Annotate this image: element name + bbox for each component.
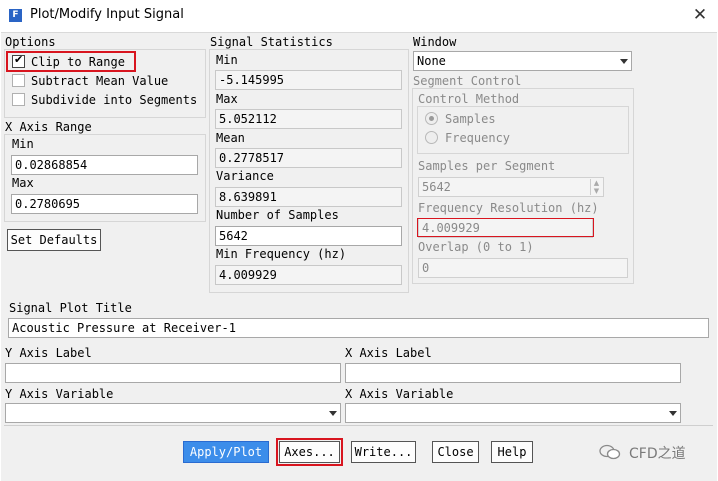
frequency-radio-label[interactable]: Frequency (445, 131, 510, 145)
y-axis-variable-select[interactable] (5, 403, 341, 423)
app-icon: F (9, 9, 22, 22)
axes-button[interactable]: Axes... (279, 441, 340, 463)
window-select-value: None (417, 54, 446, 68)
window-select[interactable]: None (413, 51, 632, 71)
stat-min-label: Min (216, 53, 238, 67)
subdivide-label[interactable]: Subdivide into Segments (31, 93, 197, 107)
x-axis-variable-select[interactable] (345, 403, 681, 423)
samples-radio-label[interactable]: Samples (445, 112, 496, 126)
stat-max-field: 5.052112 (215, 109, 402, 129)
x-max-field[interactable]: 0.2780695 (11, 194, 198, 214)
x-axis-variable-label: X Axis Variable (345, 387, 454, 401)
window-group-title: Window (413, 35, 457, 49)
segment-control-title: Segment Control (413, 74, 522, 88)
watermark-text: CFD之道 (629, 446, 686, 462)
x-axis-label-field[interactable] (345, 363, 681, 383)
stat-samples-field: 5642 (215, 226, 402, 246)
set-defaults-button[interactable]: Set Defaults (7, 229, 101, 251)
stat-min-field: -5.145995 (215, 70, 402, 90)
overlap-field[interactable]: 0 (418, 258, 628, 278)
plot-title-field[interactable]: Acoustic Pressure at Receiver-1 (8, 318, 709, 338)
spinner-arrows-icon[interactable]: ▲ ▼ (590, 179, 602, 195)
y-axis-label-label: Y Axis Label (5, 346, 92, 360)
stat-minfreq-field: 4.009929 (215, 265, 402, 285)
x-min-field[interactable]: 0.02868854 (11, 155, 198, 175)
samples-radio[interactable] (425, 112, 438, 125)
signal-statistics-title: Signal Statistics (210, 35, 333, 49)
options-group-title: Options (5, 35, 56, 49)
help-button[interactable]: Help (491, 441, 533, 463)
y-axis-label-field[interactable] (5, 363, 341, 383)
x-axis-range-title: X Axis Range (5, 120, 92, 134)
x-max-label: Max (12, 176, 34, 190)
chevron-down-icon (329, 411, 337, 416)
chevron-down-icon (669, 411, 677, 416)
samples-per-segment-value: 5642 (422, 180, 451, 194)
overlap-label: Overlap (0 to 1) (418, 240, 534, 254)
close-button[interactable]: Close (432, 441, 479, 463)
title-bar: F Plot/Modify Input Signal ✕ (0, 0, 718, 32)
subtract-mean-checkbox[interactable] (12, 74, 25, 87)
stat-variance-field: 8.639891 (215, 187, 402, 207)
y-axis-variable-label: Y Axis Variable (5, 387, 114, 401)
freq-res-highlight (417, 218, 594, 237)
stat-variance-label: Variance (216, 169, 274, 183)
button-bar-divider (4, 425, 713, 426)
samples-per-segment-field[interactable]: 5642 ▲ ▼ (418, 177, 604, 197)
apply-plot-button[interactable]: Apply/Plot (183, 441, 269, 463)
x-min-label: Min (12, 137, 34, 151)
subtract-mean-label[interactable]: Subtract Mean Value (31, 74, 168, 88)
wechat-logo-icon (599, 444, 621, 460)
freq-res-label: Frequency Resolution (hz) (418, 201, 599, 215)
write-button[interactable]: Write... (351, 441, 416, 463)
clip-to-range-label[interactable]: Clip to Range (31, 55, 125, 69)
stat-mean-label: Mean (216, 131, 245, 145)
chevron-down-icon (620, 59, 628, 64)
plot-title-label: Signal Plot Title (9, 301, 132, 315)
clip-to-range-checkbox[interactable]: ✔ (12, 53, 25, 68)
stat-minfreq-label: Min Frequency (hz) (216, 247, 347, 261)
radio-dot-icon (429, 116, 434, 121)
stat-max-label: Max (216, 92, 238, 106)
checkmark-icon: ✔ (14, 53, 24, 66)
control-method-title: Control Method (418, 92, 520, 106)
stat-samples-label: Number of Samples (216, 208, 339, 222)
window-title: Plot/Modify Input Signal (30, 7, 184, 22)
samples-per-segment-label: Samples per Segment (418, 159, 556, 173)
close-icon[interactable]: ✕ (688, 3, 712, 27)
subdivide-checkbox[interactable] (12, 93, 25, 106)
stat-mean-field: 0.2778517 (215, 148, 402, 168)
x-axis-label-label: X Axis Label (345, 346, 432, 360)
frequency-radio[interactable] (425, 131, 438, 144)
